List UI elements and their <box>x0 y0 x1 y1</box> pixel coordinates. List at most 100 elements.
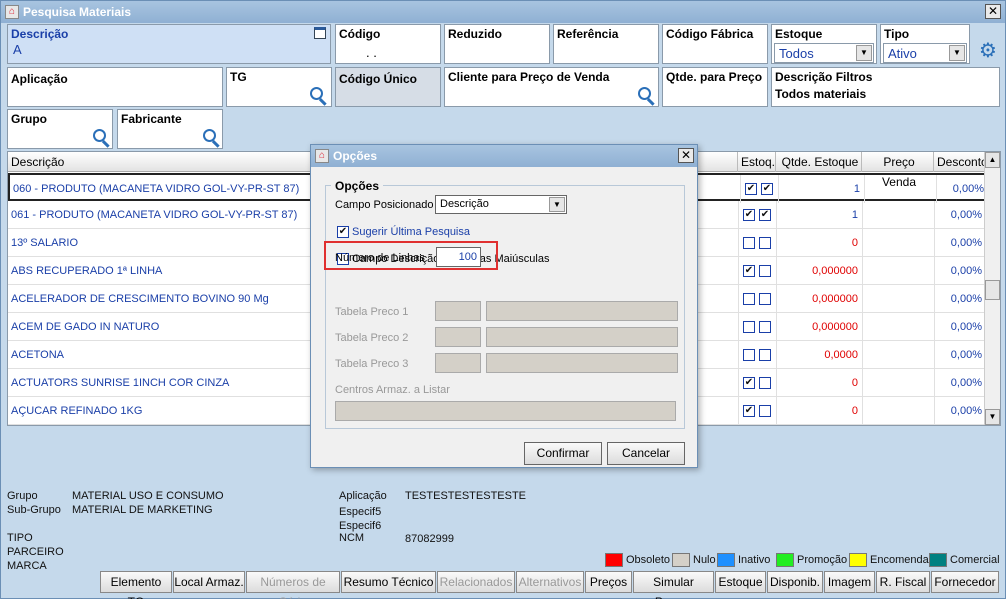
toolbar-button-9[interactable]: Disponib. <box>767 571 823 593</box>
numero-linhas-value: 100 <box>458 251 477 263</box>
search-icon[interactable] <box>92 128 112 148</box>
row-qtde-estoque: 0,000000 <box>812 265 858 277</box>
tabela3-label: Tabela Preco 3 <box>335 358 409 370</box>
chevron-down-icon[interactable]: ▼ <box>949 45 965 61</box>
toolbar-button-0[interactable]: Elemento TG <box>100 571 172 599</box>
col-estoq[interactable]: Estoq. <box>738 152 776 172</box>
row-desconto: 0,00% <box>950 237 982 249</box>
estoque-select[interactable]: Todos ▼ <box>774 43 874 63</box>
estoque-select-value: Todos <box>779 46 814 61</box>
toolbar-button-6[interactable]: Preços <box>585 571 632 593</box>
sugerir-checkbox[interactable]: ✔ <box>337 226 349 238</box>
search-icon[interactable] <box>202 128 222 148</box>
estoq-checkbox[interactable] <box>743 349 755 361</box>
toolbar-button-11[interactable]: R. Fiscal <box>876 571 930 593</box>
estoq-checkbox[interactable]: ✔ <box>745 183 757 195</box>
estoq-checkbox[interactable] <box>743 237 755 249</box>
estoq-checkbox[interactable] <box>743 293 755 305</box>
estoq-checkbox-2[interactable] <box>759 405 771 417</box>
aplicacao-field[interactable]: Aplicação <box>7 67 223 107</box>
estoq-checkbox-2[interactable] <box>759 265 771 277</box>
col-qtde-estoque[interactable]: Qtde. Estoque <box>776 152 862 172</box>
estoq-checkbox-2[interactable] <box>759 377 771 389</box>
fabricante-field[interactable]: Fabricante <box>117 109 223 149</box>
tabela1-code <box>435 301 481 321</box>
row-qtde-estoque: 0,000000 <box>812 293 858 305</box>
title-bar: ⌂ Pesquisa Materiais ✕ <box>1 1 1005 23</box>
toolbar-button-10[interactable]: Imagem <box>824 571 875 593</box>
numero-linhas-input[interactable]: 100 <box>436 247 481 267</box>
estoq-checkbox[interactable]: ✔ <box>743 265 755 277</box>
col-divider <box>862 341 863 369</box>
col-desconto[interactable]: Desconto. <box>934 152 991 172</box>
row-desconto: 0,00% <box>950 349 982 361</box>
row-desconto: 0,00% <box>950 293 982 305</box>
aplicacao-label: Aplicação <box>11 72 68 86</box>
tipo-select[interactable]: Ativo ▼ <box>883 43 967 63</box>
centros-input <box>335 401 676 421</box>
estoq-checkbox-2[interactable] <box>759 293 771 305</box>
legend-swatch <box>776 553 794 567</box>
col-preco-venda[interactable]: Preço Venda <box>862 152 934 189</box>
scroll-thumb[interactable] <box>985 280 1000 300</box>
dialog-title: Opções <box>333 149 378 163</box>
grupo-field[interactable]: Grupo <box>7 109 113 149</box>
calendar-icon[interactable] <box>314 27 326 39</box>
estoq-checkbox[interactable]: ✔ <box>743 209 755 221</box>
window-title: Pesquisa Materiais <box>23 5 132 19</box>
search-icon[interactable] <box>637 86 657 106</box>
gear-icon[interactable]: ⚙ <box>978 41 998 61</box>
estoq-checkbox-2[interactable] <box>759 321 771 333</box>
estoq-checkbox[interactable]: ✔ <box>743 405 755 417</box>
legend-label: Inativo <box>738 554 771 566</box>
row-qtde-estoque: 0,000000 <box>812 321 858 333</box>
numero-linhas-highlight-top <box>324 241 498 243</box>
col-divider <box>738 341 739 369</box>
dialog-close-button[interactable]: ✕ <box>678 148 694 163</box>
qtde-preco-field[interactable]: Qtde. para Preço <box>662 67 768 107</box>
row-desconto: 0,00% <box>950 209 982 221</box>
reduzido-field[interactable]: Reduzido <box>444 24 550 64</box>
toolbar-button-1[interactable]: Local Armaz. <box>173 571 245 593</box>
info-ncm-value: 87082999 <box>405 533 454 545</box>
search-icon[interactable] <box>309 86 329 106</box>
estoq-checkbox-2[interactable] <box>759 237 771 249</box>
cancelar-button[interactable]: Cancelar <box>607 442 685 465</box>
codigo-fabrica-field[interactable]: Código Fábrica <box>662 24 768 64</box>
row-desconto: 0,00% <box>950 265 982 277</box>
referencia-field[interactable]: Referência <box>553 24 659 64</box>
chevron-down-icon[interactable]: ▼ <box>856 45 872 61</box>
tg-field[interactable]: TG <box>226 67 332 107</box>
confirmar-button[interactable]: Confirmar <box>524 442 602 465</box>
info-especif5-label: Especif5 <box>339 506 382 518</box>
grid-scrollbar[interactable]: ▲ ▼ <box>984 152 1000 425</box>
estoq-checkbox[interactable]: ✔ <box>743 377 755 389</box>
close-window-button[interactable]: ✕ <box>985 4 1001 19</box>
toolbar-button-7[interactable]: Simular Prazos <box>633 571 714 599</box>
scroll-up-icon[interactable]: ▲ <box>985 152 1000 168</box>
scroll-down-icon[interactable]: ▼ <box>985 409 1000 425</box>
campo-posicionado-select[interactable]: Descrição ▼ <box>435 195 567 214</box>
toolbar-button-8[interactable]: Estoque <box>715 571 766 593</box>
toolbar-button-3[interactable]: Resumo Técnico <box>341 571 436 593</box>
estoq-checkbox[interactable] <box>743 321 755 333</box>
col-divider <box>862 397 863 425</box>
descricao-field[interactable]: Descrição A <box>7 24 331 64</box>
col-divider <box>738 285 739 313</box>
info-grupo-value: MATERIAL USO E CONSUMO <box>72 490 224 502</box>
referencia-label: Referência <box>557 27 619 41</box>
chevron-down-icon[interactable]: ▼ <box>549 197 565 212</box>
numero-linhas-label: Número de Linhas <box>335 252 425 264</box>
descricao-label: Descrição <box>11 27 69 41</box>
estoq-checkbox-2[interactable] <box>759 349 771 361</box>
main-window: ⌂ Pesquisa Materiais ✕ Descrição A Códig… <box>0 0 1006 599</box>
estoq-checkbox-2[interactable]: ✔ <box>759 209 771 221</box>
codigo-field[interactable]: Código . . <box>335 24 441 64</box>
row-qtde-estoque: 0,0000 <box>824 349 858 361</box>
codigo-unico-field[interactable]: Código Único <box>335 67 441 107</box>
estoq-checkbox-2[interactable]: ✔ <box>761 183 773 195</box>
cliente-preco-field[interactable]: Cliente para Preço de Venda <box>444 67 659 107</box>
toolbar-button-12[interactable]: Fornecedor <box>931 571 999 593</box>
codigo-label: Código <box>339 27 381 41</box>
qtde-preco-label: Qtde. para Preço <box>666 70 763 84</box>
